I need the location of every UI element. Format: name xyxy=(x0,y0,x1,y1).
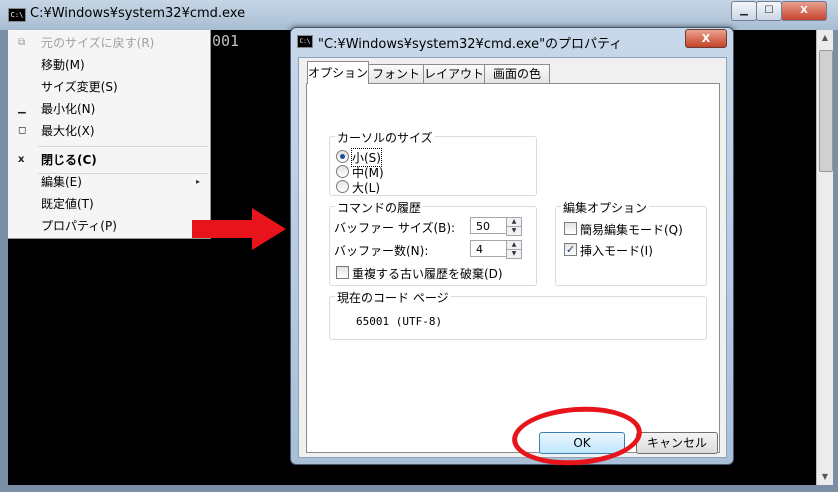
menu-item-label: 移動(M) xyxy=(41,58,85,72)
submenu-arrow-icon: ▸ xyxy=(195,177,200,186)
red-arrow-annotation xyxy=(192,208,286,250)
cursor-size-group: カーソルのサイズ 小(S) 中(M) 大(L) xyxy=(329,129,537,196)
menu-item-label: 既定値(T) xyxy=(41,197,94,211)
system-menu: ⧉ 元のサイズに戻す(R) 移動(M) サイズ変更(S) ▁ 最小化(N) ◻ … xyxy=(8,30,211,239)
dialog-body: オプション フォント レイアウト 画面の色 カーソルのサイズ 小(S) 中(M)… xyxy=(298,57,727,458)
options-panel: カーソルのサイズ 小(S) 中(M) 大(L) コマンドの履歴 バッファー サイ… xyxy=(306,83,720,453)
console-titlebar[interactable]: C:\ C:¥Windows¥system32¥cmd.exe ▁ ☐ X xyxy=(0,0,838,30)
scroll-thumb[interactable] xyxy=(819,50,833,172)
tab-colors[interactable]: 画面の色 xyxy=(484,64,550,83)
group-title: カーソルのサイズ xyxy=(335,129,435,146)
radio-button[interactable] xyxy=(336,150,349,163)
menu-item-maximize[interactable]: ◻ 最大化(X) xyxy=(8,120,210,142)
menu-item-defaults[interactable]: 既定値(T) xyxy=(8,193,210,215)
maximize-button[interactable]: ☐ xyxy=(756,1,782,21)
checkbox[interactable] xyxy=(336,266,349,279)
tab-layout[interactable]: レイアウト xyxy=(423,64,485,83)
checkbox-label: 重複する古い履歴を破棄(D) xyxy=(352,267,503,281)
cancel-button[interactable]: キャンセル xyxy=(636,432,718,454)
menu-item-edit[interactable]: 編集(E) ▸ xyxy=(8,171,210,193)
menu-item-restore[interactable]: ⧉ 元のサイズに戻す(R) xyxy=(8,32,210,54)
buffer-count-label: バッファー数(N): xyxy=(334,244,429,258)
spin-down-icon[interactable]: ▼ xyxy=(506,249,522,259)
command-history-group: コマンドの履歴 バッファー サイズ(B): 50 ▲ ▼ バッファー数(N): … xyxy=(329,199,537,286)
radio-label: 大(L) xyxy=(352,181,381,195)
edit-options-group: 編集オプション 簡易編集モード(Q) ✓ 挿入モード(I) xyxy=(555,199,707,286)
checkbox-label: 挿入モード(I) xyxy=(580,244,653,258)
dialog-close-button[interactable]: X xyxy=(685,29,727,48)
radio-button[interactable] xyxy=(336,180,349,193)
menu-item-label: プロパティ(P) xyxy=(41,219,117,233)
group-title: 編集オプション xyxy=(561,199,650,216)
console-output-text: 001 xyxy=(212,32,240,50)
codepage-group: 現在のコード ページ 65001 (UTF-8) xyxy=(329,289,707,340)
console-title: C:¥Windows¥system32¥cmd.exe xyxy=(30,6,246,21)
close-button[interactable]: X xyxy=(781,1,827,21)
menu-item-label: サイズ変更(S) xyxy=(41,80,118,94)
scroll-up-arrow-icon[interactable]: ▲ xyxy=(817,30,833,46)
buffer-size-label: バッファー サイズ(B): xyxy=(334,221,456,235)
menu-separator xyxy=(38,146,208,147)
menu-item-size[interactable]: サイズ変更(S) xyxy=(8,76,210,98)
console-scrollbar[interactable]: ▲ ▼ xyxy=(816,30,833,485)
menu-item-properties[interactable]: プロパティ(P) xyxy=(8,215,210,237)
menu-item-label: 閉じる(C) xyxy=(41,153,97,167)
menu-item-label: 最小化(N) xyxy=(41,102,96,116)
menu-item-label: 元のサイズに戻す(R) xyxy=(41,36,155,50)
group-title: 現在のコード ページ xyxy=(335,289,451,306)
restore-icon: ⧉ xyxy=(18,37,26,48)
checkbox[interactable] xyxy=(564,222,577,235)
checkbox-label: 簡易編集モード(Q) xyxy=(580,223,683,237)
console-app-icon[interactable]: C:\ xyxy=(8,8,26,22)
tab-options[interactable]: オプション xyxy=(307,61,369,84)
close-icon: x xyxy=(18,154,25,165)
menu-item-label: 編集(E) xyxy=(41,175,82,189)
properties-dialog: C:\ "C:¥Windows¥system32¥cmd.exe"のプロパティ … xyxy=(290,27,734,465)
radio-button[interactable] xyxy=(336,165,349,178)
tab-font[interactable]: フォント xyxy=(368,64,424,83)
maximize-icon: ◻ xyxy=(18,125,27,136)
menu-item-close[interactable]: x 閉じる(C) xyxy=(8,149,210,171)
dialog-title: "C:¥Windows¥system32¥cmd.exe"のプロパティ xyxy=(318,37,623,52)
scroll-down-arrow-icon[interactable]: ▼ xyxy=(817,469,833,485)
menu-item-label: 最大化(X) xyxy=(41,124,95,138)
menu-item-move[interactable]: 移動(M) xyxy=(8,54,210,76)
checkbox-checked[interactable]: ✓ xyxy=(564,243,577,256)
codepage-value: 65001 (UTF-8) xyxy=(356,315,443,328)
menu-item-minimize[interactable]: ▁ 最小化(N) xyxy=(8,98,210,120)
minimize-icon: ▁ xyxy=(18,103,26,114)
group-title: コマンドの履歴 xyxy=(335,199,424,216)
spin-down-icon[interactable]: ▼ xyxy=(506,226,522,236)
dialog-app-icon: C:\ xyxy=(297,35,313,48)
minimize-button[interactable]: ▁ xyxy=(731,1,757,21)
